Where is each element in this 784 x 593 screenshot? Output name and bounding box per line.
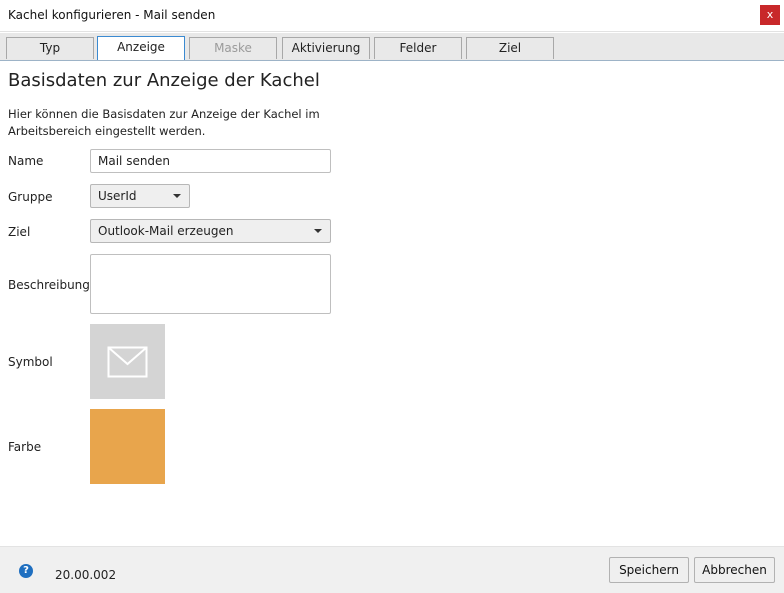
window-title: Kachel konfigurieren - Mail senden [8, 8, 216, 22]
envelope-icon [107, 346, 148, 378]
save-button[interactable]: Speichern [609, 557, 689, 583]
tab-aktivierung[interactable]: Aktivierung [282, 37, 370, 59]
ziel-select[interactable]: Outlook-Mail erzeugen [90, 219, 331, 243]
symbol-picker[interactable] [90, 324, 165, 399]
description-line-2: Arbeitsbereich eingestellt werden. [8, 124, 206, 138]
name-label: Name [8, 154, 44, 168]
tab-anzeige[interactable]: Anzeige [97, 36, 185, 60]
cancel-button[interactable]: Abbrechen [694, 557, 775, 583]
chevron-down-icon [173, 194, 181, 198]
tab-felder[interactable]: Felder [374, 37, 462, 59]
version-label: 20.00.002 [55, 568, 117, 582]
section-heading: Basisdaten zur Anzeige der Kachel [8, 70, 320, 91]
close-button[interactable]: x [760, 5, 780, 25]
symbol-label: Symbol [8, 355, 53, 369]
beschreibung-label: Beschreibung [8, 278, 90, 292]
tab-bar: Typ Anzeige Maske Aktivierung Felder Zie… [0, 33, 784, 61]
ziel-label: Ziel [8, 225, 31, 239]
gruppe-select[interactable]: UserId [90, 184, 190, 208]
tab-typ[interactable]: Typ [6, 37, 94, 59]
description-line-1: Hier können die Basisdaten zur Anzeige d… [8, 107, 320, 121]
footer-bar: ? 20.00.002 Speichern Abbrechen [0, 546, 784, 593]
help-icon[interactable]: ? [19, 564, 33, 578]
chevron-down-icon [314, 229, 322, 233]
ziel-select-value: Outlook-Mail erzeugen [98, 224, 234, 238]
tab-maske: Maske [189, 37, 277, 59]
beschreibung-textarea[interactable] [90, 254, 331, 314]
farbe-color-picker[interactable] [90, 409, 165, 484]
name-input[interactable]: Mail senden [90, 149, 331, 173]
tab-ziel[interactable]: Ziel [466, 37, 554, 59]
farbe-label: Farbe [8, 440, 42, 454]
gruppe-select-value: UserId [98, 189, 137, 203]
gruppe-label: Gruppe [8, 190, 53, 204]
window-titlebar: Kachel konfigurieren - Mail senden x [0, 0, 784, 32]
section-description: Hier können die Basisdaten zur Anzeige d… [8, 106, 328, 140]
